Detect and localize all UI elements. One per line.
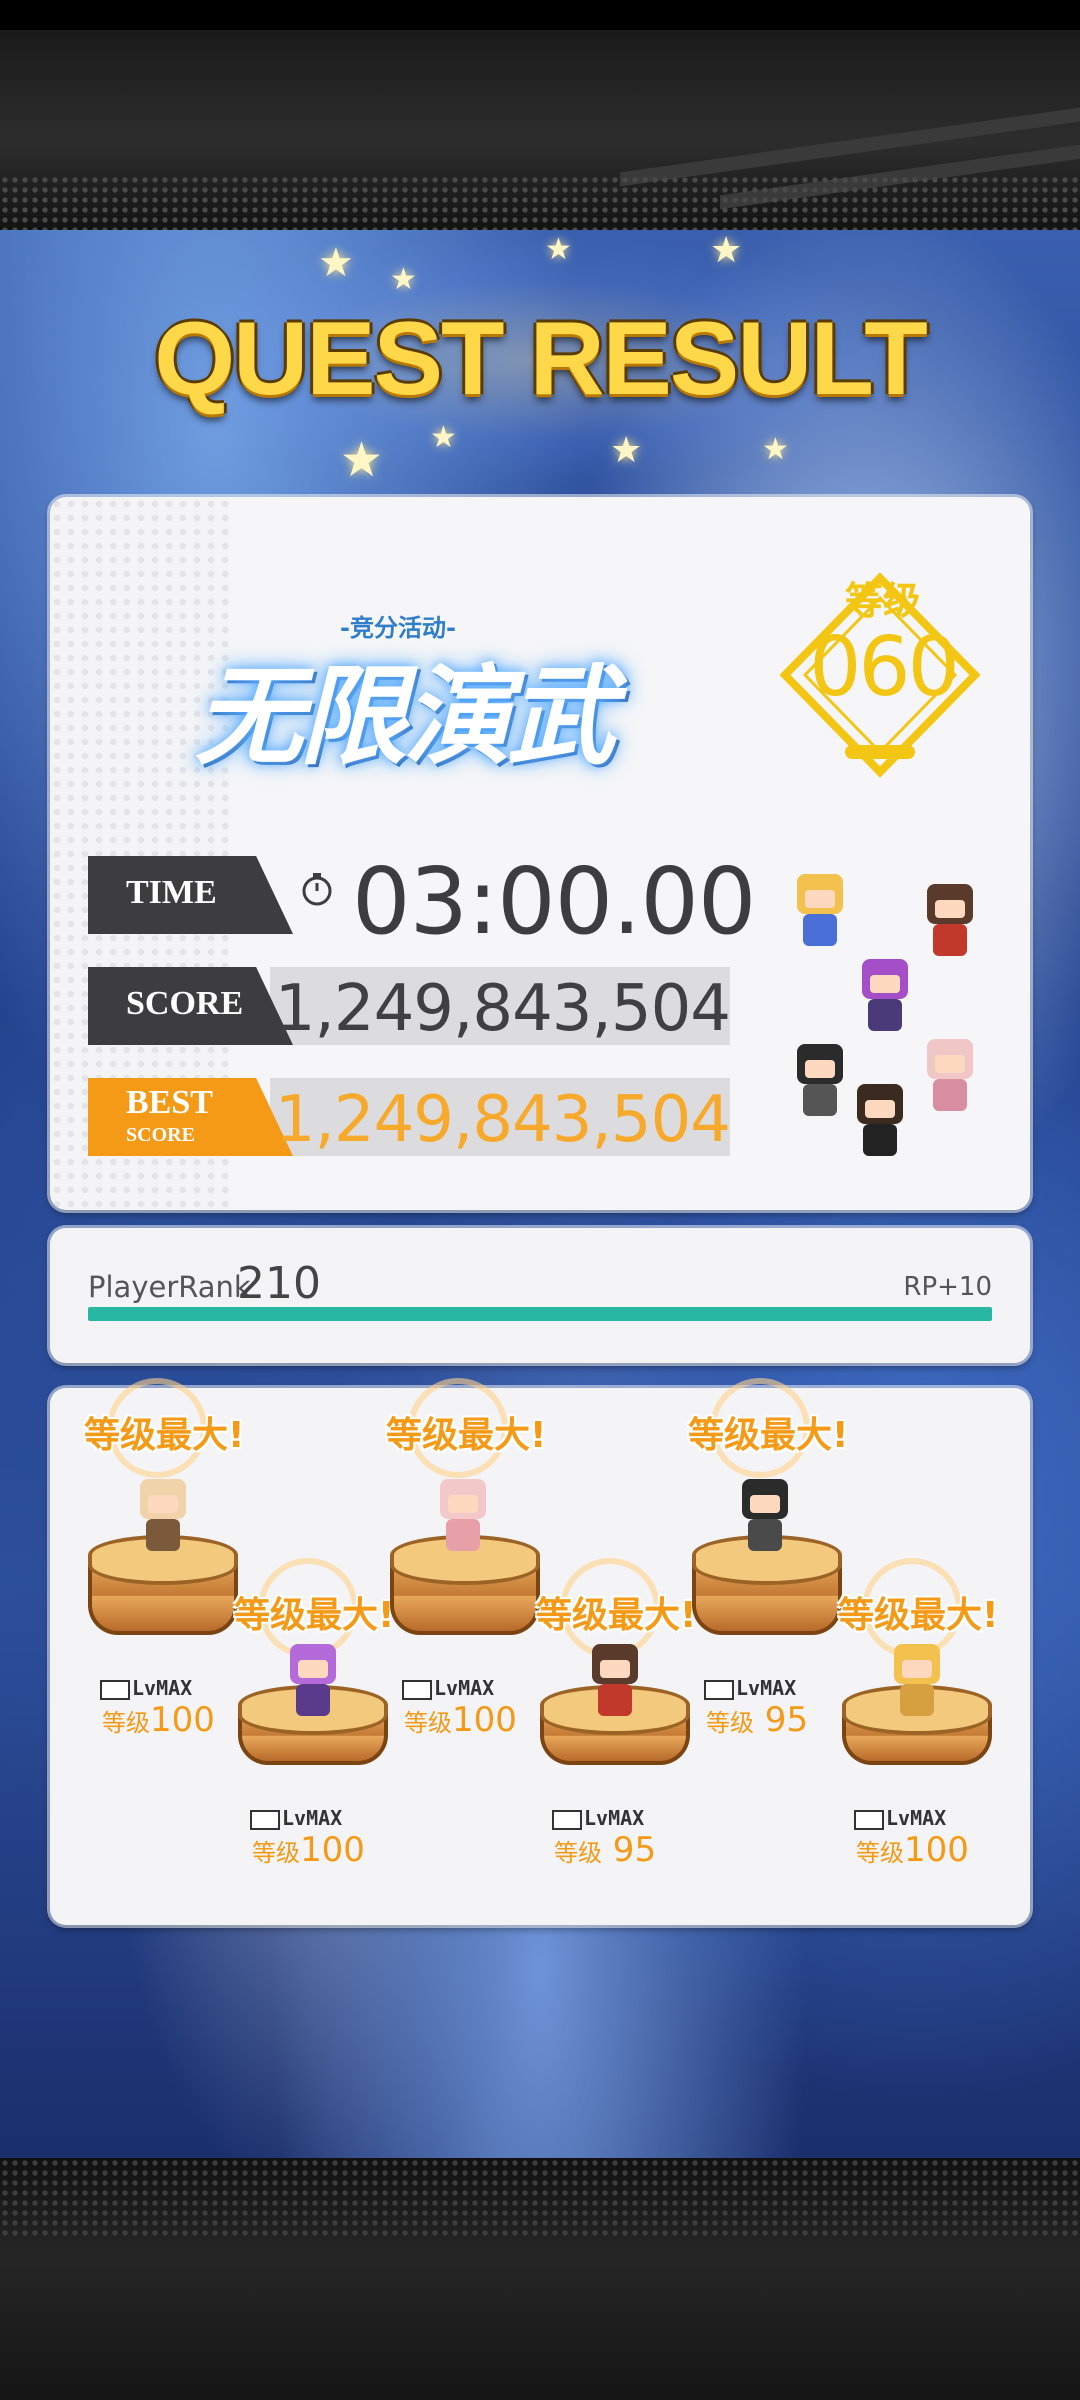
status-bar-area [0, 0, 1080, 30]
party-member-sprite [915, 1035, 985, 1115]
unit-sprite [428, 1475, 498, 1555]
level-max-text: 等级最大! [386, 1415, 547, 1456]
best-score-value: 1,249,843,504 [274, 1083, 731, 1157]
best-sublabel: SCORE [126, 1124, 195, 1146]
star-icon: ★ [390, 262, 417, 297]
best-label: BEST [126, 1084, 213, 1121]
header-band [0, 30, 1080, 235]
player-rank-label: PlayerRank [88, 1270, 251, 1304]
rank-progress-bar [88, 1307, 992, 1321]
unit-level: 等级100 [102, 1700, 215, 1740]
unit-level: 等级 95 [706, 1700, 809, 1740]
star-icon: ★ [340, 432, 384, 488]
unit-sprite [278, 1640, 348, 1720]
star-icon: ★ [430, 420, 457, 455]
player-rank-value: 210 [237, 1258, 321, 1309]
star-icon: ★ [318, 240, 354, 286]
footer-band [0, 2158, 1080, 2400]
level-label: 等级 [845, 579, 922, 623]
star-icon: ★ [610, 430, 643, 471]
unit-sprite [882, 1640, 952, 1720]
unit-sprite [128, 1475, 198, 1555]
party-member-sprite [845, 1080, 915, 1160]
page-title: QUEST RESULT [154, 301, 927, 417]
rp-gain: RP+10 [903, 1272, 992, 1302]
lvmax-badge: LvMAX [854, 1806, 946, 1830]
party-member-sprite [915, 880, 985, 960]
lvmax-badge: LvMAX [250, 1806, 342, 1830]
lvmax-badge: LvMAX [552, 1806, 644, 1830]
unit-sprite [730, 1475, 800, 1555]
level-value: 060 [809, 620, 960, 715]
level-max-text: 等级最大! [536, 1595, 697, 1636]
event-title-logo: 无限演武 [195, 655, 615, 780]
star-icon: ★ [545, 232, 572, 267]
unit-level: 等级100 [252, 1830, 365, 1870]
lvmax-badge: LvMAX [402, 1676, 494, 1700]
level-max-text: 等级最大! [838, 1595, 999, 1636]
level-max-text: 等级最大! [688, 1415, 849, 1456]
time-label: TIME [126, 874, 217, 911]
time-value: 03:00.00 [352, 848, 756, 955]
star-icon: ★ [762, 432, 789, 467]
star-icon: ★ [710, 230, 743, 271]
level-max-text: 等级最大! [234, 1595, 395, 1636]
level-max-text: 等级最大! [84, 1415, 245, 1456]
party-member-sprite [785, 870, 855, 950]
unit-level: 等级100 [856, 1830, 969, 1870]
lvmax-badge: LvMAX [100, 1676, 192, 1700]
stopwatch-icon [302, 873, 332, 906]
lvmax-badge: LvMAX [704, 1676, 796, 1700]
unit-level: 等级100 [404, 1700, 517, 1740]
party-member-sprite [850, 955, 920, 1035]
score-label: SCORE [126, 985, 244, 1022]
unit-level: 等级 95 [554, 1830, 657, 1870]
score-value: 1,249,843,504 [274, 972, 731, 1046]
unit-sprite [580, 1640, 650, 1720]
